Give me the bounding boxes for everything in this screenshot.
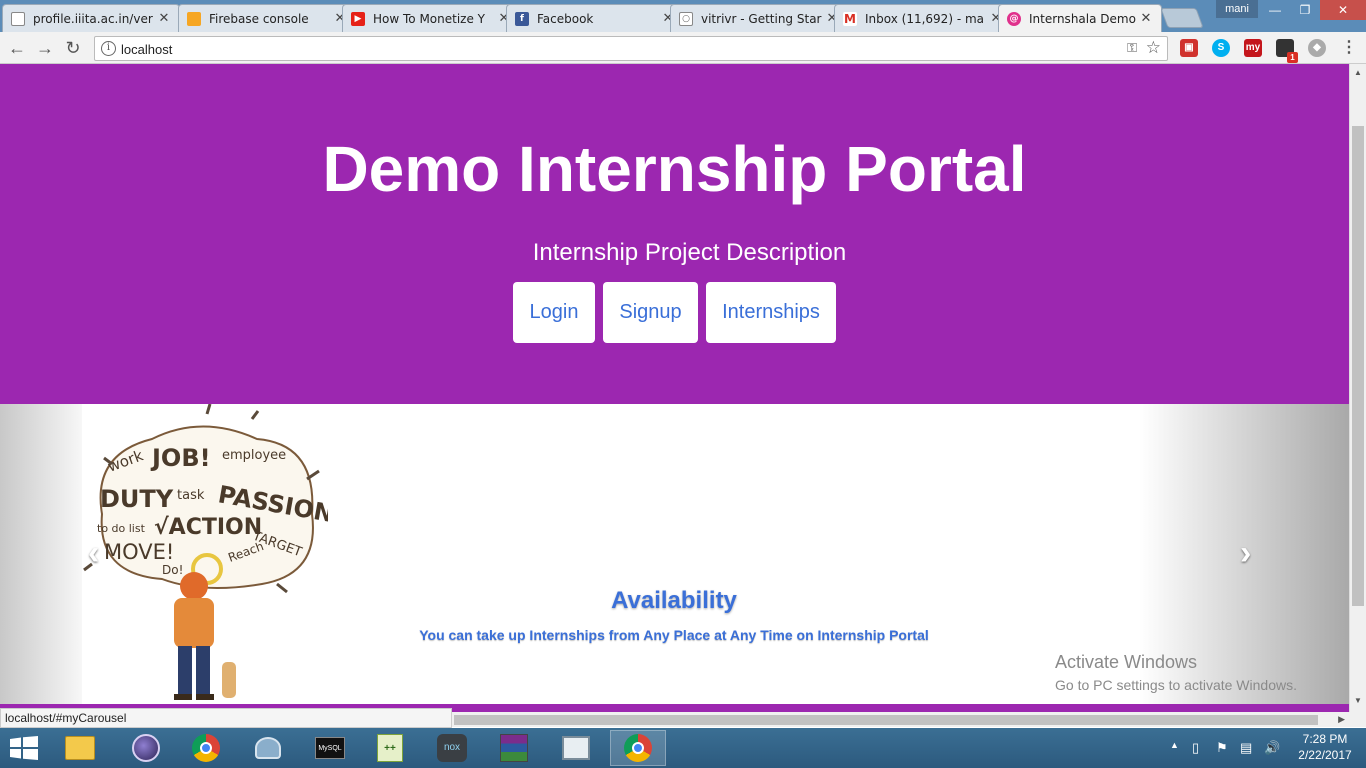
svg-text:task: task — [177, 488, 205, 503]
youtube-icon: ▶ — [351, 11, 365, 26]
eclipse-icon[interactable] — [118, 730, 174, 766]
profile-button[interactable]: mani — [1216, 0, 1258, 18]
scroll-up-icon[interactable]: ▲ — [1354, 68, 1362, 77]
close-icon[interactable]: ✕ — [1139, 11, 1153, 26]
tab-title: Internshala Demo — [1029, 11, 1136, 26]
back-icon[interactable]: ← — [6, 37, 28, 59]
vertical-scrollbar[interactable]: ▲ ▼ — [1349, 64, 1366, 712]
internships-button[interactable]: Internships — [706, 282, 836, 343]
svg-text:MOVE!: MOVE! — [104, 540, 174, 564]
clock-time: 7:28 PM — [1302, 732, 1348, 746]
winrar-icon[interactable] — [486, 730, 542, 766]
tab-title: How To Monetize Y — [373, 11, 485, 26]
tray-volume-icon[interactable]: 🔊 — [1264, 740, 1280, 756]
scroll-right-icon[interactable]: ▶ — [1338, 714, 1345, 725]
slide-title: Availability — [611, 587, 737, 614]
scroll-down-icon[interactable]: ▼ — [1354, 696, 1362, 705]
notepad-plus-icon[interactable]: ++ — [362, 730, 418, 766]
key-icon[interactable]: ⚿ — [1127, 40, 1137, 56]
svg-text:√ACTION: √ACTION — [154, 515, 262, 540]
tray-device-icon[interactable]: ▯ — [1192, 740, 1199, 756]
mysql-icon[interactable]: MySQL — [302, 730, 358, 766]
svg-text:Do!: Do! — [162, 563, 183, 577]
svg-text:DUTY: DUTY — [100, 485, 174, 513]
address-text[interactable]: localhost — [121, 42, 172, 57]
tray-flag-icon[interactable]: ⚑ — [1216, 740, 1228, 756]
clock-date: 2/22/2017 — [1298, 748, 1352, 762]
windows-start-icon[interactable] — [10, 736, 38, 760]
menu-icon[interactable]: ⋮ — [1340, 39, 1358, 57]
activate-windows-text: Go to PC settings to activate Windows. — [1055, 677, 1297, 693]
info-icon[interactable]: i — [101, 41, 116, 56]
activate-windows-title: Activate Windows — [1055, 652, 1198, 672]
tab-title: Inbox (11,692) - ma — [865, 11, 985, 26]
tab-vitrivr[interactable]: ○ vitrivr - Getting Star ✕ — [670, 4, 848, 32]
restore-icon[interactable]: ❐ — [1290, 0, 1320, 20]
new-tab-button[interactable] — [1160, 8, 1204, 28]
slide-illustration: work JOB! employee DUTY task PASSION to … — [83, 404, 328, 700]
horizontal-scroll-thumb[interactable] — [454, 715, 1318, 725]
carousel-next-icon[interactable]: › — [1240, 534, 1251, 573]
tray-network-icon[interactable]: ▤ — [1240, 740, 1252, 756]
tab-gmail[interactable]: M Inbox (11,692) - ma ✕ — [834, 4, 1012, 32]
close-icon[interactable]: ✕ — [157, 11, 171, 26]
file-explorer-icon[interactable] — [52, 730, 108, 766]
scrollbar-corner — [1349, 712, 1366, 727]
document-icon — [11, 11, 25, 26]
tab-profile-iiita[interactable]: profile.iiita.ac.in/ver ✕ — [2, 4, 180, 32]
page-description: Internship Project Description — [532, 239, 847, 266]
reload-icon[interactable]: ↻ — [62, 37, 84, 59]
tab-title: vitrivr - Getting Star — [701, 11, 822, 26]
facebook-icon: f — [515, 11, 529, 26]
window-app-icon[interactable] — [548, 730, 604, 766]
chrome-icon[interactable] — [178, 730, 234, 766]
tab-firebase[interactable]: Firebase console ✕ — [178, 4, 356, 32]
notification-extension-icon[interactable]: 1 — [1276, 39, 1298, 63]
cube-extension-icon[interactable]: ◆ — [1308, 39, 1326, 57]
page-title: Demo Internship Portal — [322, 133, 1027, 205]
tray-chevron-icon[interactable]: ▲ — [1170, 740, 1179, 750]
window-close-icon[interactable]: ✕ — [1320, 0, 1366, 20]
search-icon: ○ — [679, 11, 693, 26]
tab-youtube[interactable]: ▶ How To Monetize Y ✕ — [342, 4, 520, 32]
svg-text:JOB!: JOB! — [150, 444, 211, 472]
chrome-user-icon[interactable] — [610, 730, 666, 766]
signup-button[interactable]: Signup — [603, 282, 698, 343]
login-button[interactable]: Login — [513, 282, 595, 343]
page-viewport: Demo Internship Portal Internship Projec… — [0, 64, 1349, 712]
slide-caption: You can take up Internships from Any Pla… — [419, 627, 929, 643]
tab-internshala[interactable]: @ Internshala Demo ✕ — [998, 4, 1162, 32]
pdf-extension-icon[interactable]: ▣ — [1180, 39, 1198, 57]
forward-icon[interactable]: → — [34, 37, 56, 59]
carousel: work JOB! employee DUTY task PASSION to … — [0, 404, 1349, 712]
hero-banner: Demo Internship Portal Internship Projec… — [0, 64, 1349, 404]
carousel-prev-icon[interactable]: ‹ — [88, 534, 99, 573]
tab-facebook[interactable]: f Facebook ✕ — [506, 4, 684, 32]
skype-icon[interactable]: S — [1212, 39, 1230, 57]
my-extension-icon[interactable]: my — [1244, 39, 1262, 57]
windows-taskbar: MySQL ++ nox — [0, 728, 1366, 768]
svg-text:to do list: to do list — [97, 522, 146, 535]
tab-title: Facebook — [537, 11, 594, 26]
minimize-icon[interactable]: — — [1260, 0, 1290, 20]
nox-icon[interactable]: nox — [424, 730, 480, 766]
vertical-scroll-thumb[interactable] — [1352, 126, 1364, 606]
firebase-icon — [187, 11, 201, 26]
notification-badge: 1 — [1287, 52, 1298, 63]
svg-text:employee: employee — [222, 448, 286, 463]
tab-title: Firebase console — [209, 11, 309, 26]
status-bar-url: localhost/#myCarousel — [0, 708, 452, 728]
gmail-icon: M — [843, 11, 857, 26]
taskbar-clock[interactable]: 7:28 PM 2/22/2017 — [1290, 731, 1360, 763]
bookmark-star-icon[interactable]: ☆ — [1146, 38, 1161, 58]
tab-strip: profile.iiita.ac.in/ver ✕ Firebase conso… — [0, 0, 1366, 32]
carousel-left-control[interactable] — [0, 404, 82, 704]
tab-title: profile.iiita.ac.in/ver — [33, 11, 153, 26]
address-bar[interactable]: i localhost ⚿ ☆ — [94, 36, 1168, 61]
internshala-icon: @ — [1007, 11, 1021, 26]
snipping-tool-icon[interactable] — [240, 730, 296, 766]
browser-toolbar: ← → ↻ i localhost ⚿ ☆ — [0, 32, 1366, 64]
horizontal-scrollbar[interactable]: ▶ — [452, 712, 1349, 727]
